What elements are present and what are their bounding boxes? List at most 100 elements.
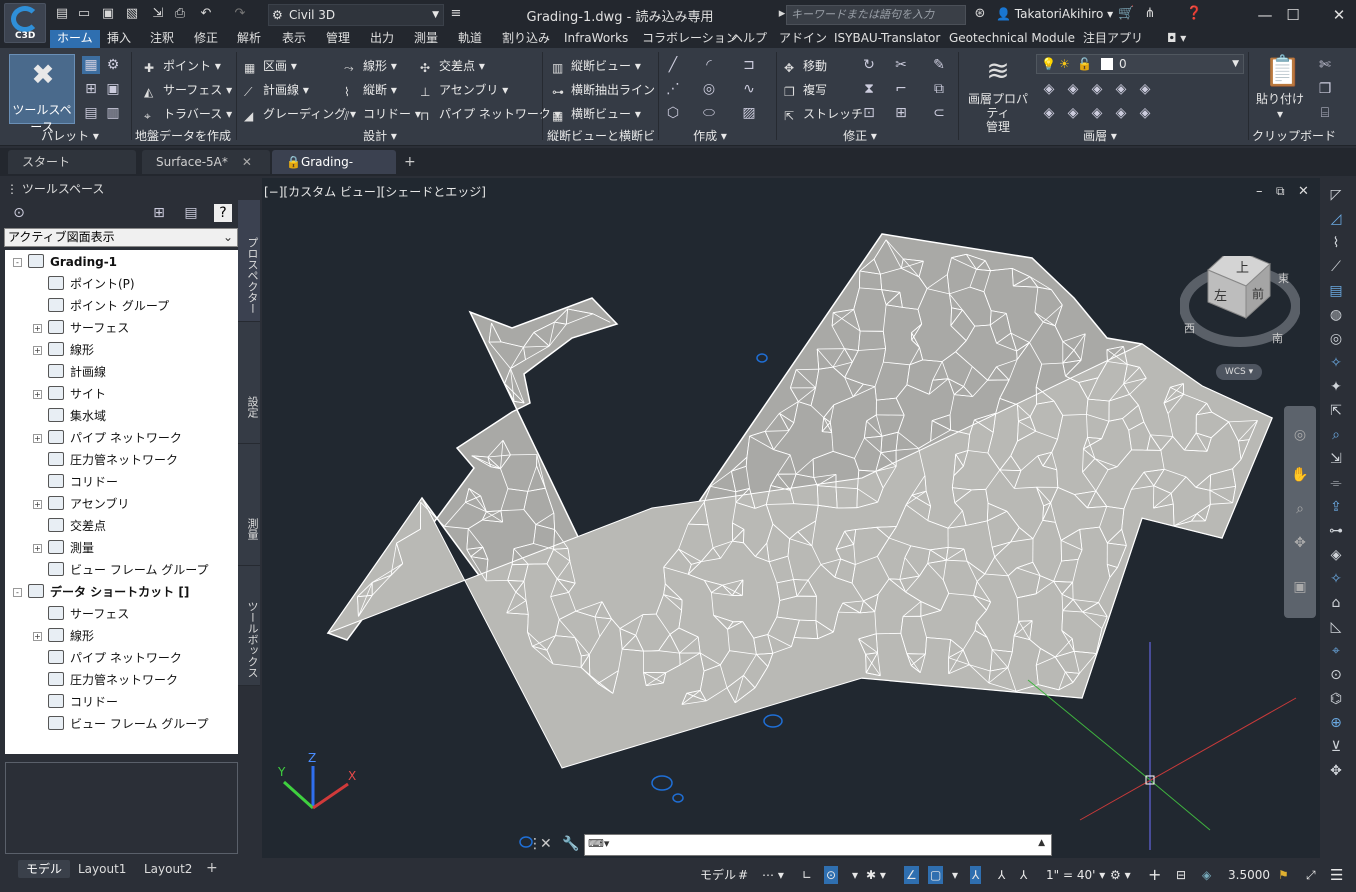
steering-wheel-icon[interactable]: ◎ xyxy=(1291,426,1309,444)
grid-icon[interactable]: ▤ xyxy=(82,104,100,122)
ribbon-minimize-icon[interactable]: ◘ ▾ xyxy=(1160,30,1193,48)
toolbox-icon[interactable]: ▣ xyxy=(104,80,122,98)
polyline-icon[interactable]: ⊐ xyxy=(740,56,758,74)
offset-icon[interactable]: ⊂ xyxy=(930,104,948,122)
isodraft-icon[interactable]: ✱ ▾ xyxy=(866,866,886,884)
vtab-survey[interactable]: 測量 xyxy=(238,444,260,566)
tool-icon[interactable]: ◸ xyxy=(1327,186,1345,204)
expand-icon[interactable] xyxy=(33,520,42,529)
orbit-icon[interactable]: ✥ xyxy=(1291,534,1309,552)
assembly-button[interactable]: ⊥ アセンブリ ▾ xyxy=(420,80,508,100)
vtab-settings[interactable]: 設定 xyxy=(238,322,260,444)
open-icon[interactable]: ▭ xyxy=(76,6,92,22)
help-icon[interactable]: ? xyxy=(214,204,232,222)
tool-icon[interactable]: ◺ xyxy=(1327,618,1345,636)
tool-icon[interactable]: ⊕ xyxy=(1327,714,1345,732)
ribbon-tab[interactable]: 割り込み xyxy=(495,30,557,48)
tool-icon[interactable]: ✧ xyxy=(1327,354,1345,372)
network-icon[interactable]: ⋔ xyxy=(1142,6,1158,22)
tool-icon[interactable]: ⟋ xyxy=(1327,258,1345,276)
vtab-toolbox[interactable]: ツールボックス xyxy=(238,566,260,686)
tool-icon[interactable]: ▤ xyxy=(1327,282,1345,300)
tin-surface[interactable] xyxy=(326,233,1273,769)
undo-icon[interactable]: ↶ xyxy=(198,6,214,22)
viewport-restore-icon[interactable]: ⧉ xyxy=(1276,184,1285,199)
layer-select[interactable]: 💡 ☀ 🔓 0 ▼ xyxy=(1036,54,1244,74)
settings-icon[interactable]: ⚙ xyxy=(104,56,122,74)
stretch-button[interactable]: ⇱ ストレッチ xyxy=(784,104,863,124)
tool-icon[interactable]: ✥ xyxy=(1327,762,1345,780)
construction-line-icon[interactable]: ⋰ xyxy=(664,80,682,98)
expand-icon[interactable] xyxy=(33,608,42,617)
viewport-minimize-icon[interactable]: – xyxy=(1256,184,1263,199)
minimize-button[interactable]: — xyxy=(1254,4,1276,26)
expand-icon[interactable] xyxy=(33,300,42,309)
point-button[interactable]: ✚ ポイント ▾ xyxy=(144,56,221,76)
tree-item[interactable]: + 線形 xyxy=(33,340,94,360)
alignment-button[interactable]: ⤳ 線形 ▾ xyxy=(344,56,397,76)
ribbon-tab[interactable]: 表示 xyxy=(275,30,313,48)
tool-icon[interactable]: ⊶ xyxy=(1327,522,1345,540)
panel-icon[interactable]: ▤ xyxy=(182,204,200,222)
ribbon-tab[interactable]: 測量 xyxy=(407,30,445,48)
showmotion-icon[interactable]: ▣ xyxy=(1291,578,1309,596)
tool-icon[interactable]: ⌂ xyxy=(1327,594,1345,612)
expand-icon[interactable] xyxy=(33,454,42,463)
ribbon-tab[interactable]: ヘルプ xyxy=(724,30,774,48)
ribbon-tab[interactable]: Geotechnical Module xyxy=(942,30,1082,48)
trim-icon[interactable]: ✂ xyxy=(892,56,910,74)
pan-icon[interactable]: ✋ xyxy=(1291,466,1309,484)
layer-properties-icon[interactable]: ≋ xyxy=(980,54,1016,88)
tree-item[interactable]: - データ ショートカット [] xyxy=(13,582,189,602)
layer-tool-icon[interactable]: ◈ xyxy=(1112,104,1130,122)
expand-icon[interactable]: + xyxy=(33,390,42,399)
ribbon-tab[interactable]: 解析 xyxy=(230,30,268,48)
print-icon[interactable]: ⎙ xyxy=(172,6,188,22)
line-icon[interactable]: ╱ xyxy=(664,56,682,74)
polygon-icon[interactable]: ⬡ xyxy=(664,104,682,122)
collapse-icon[interactable]: - xyxy=(13,588,22,597)
new-icon[interactable]: ▤ xyxy=(54,6,70,22)
ribbon-tab[interactable]: 注目アプリ xyxy=(1076,30,1150,48)
layer-tool-icon[interactable]: ◈ xyxy=(1088,80,1106,98)
doc-tab-start[interactable]: スタート xyxy=(8,150,136,174)
tree-item[interactable]: 交差点 xyxy=(33,516,106,536)
wcs-button[interactable]: WCS ▾ xyxy=(1216,364,1262,380)
expand-icon[interactable] xyxy=(33,564,42,573)
tree-item[interactable]: コリドー xyxy=(33,692,118,712)
tree-item[interactable]: 圧力管ネットワーク xyxy=(33,450,178,470)
doc-tab-grading[interactable]: 🔒Grading-1*✕ xyxy=(272,150,396,193)
layer-tool-icon[interactable]: ◈ xyxy=(1040,80,1058,98)
save-as-icon[interactable]: ▧ xyxy=(124,6,140,22)
clipboard-icon[interactable]: 📋 xyxy=(1264,54,1301,90)
chevron-down-icon[interactable]: ▾ xyxy=(952,866,958,884)
tool-icon[interactable]: ⇱ xyxy=(1327,402,1345,420)
expand-icon[interactable]: + xyxy=(33,500,42,509)
spline-icon[interactable]: ∿ xyxy=(740,80,758,98)
new-tab-icon[interactable]: + xyxy=(404,154,416,170)
tool-icon[interactable]: ✧ xyxy=(1327,570,1345,588)
erase-icon[interactable]: ✎ xyxy=(930,56,948,74)
section-view-button[interactable]: ▦ 横断ビュー ▾ xyxy=(552,104,641,124)
ribbon-tab[interactable]: アドイン xyxy=(772,30,834,48)
plus-icon[interactable]: + xyxy=(1148,866,1161,884)
annotation-visibility-icon[interactable]: ⅄ xyxy=(970,866,982,884)
search-input[interactable]: キーワードまたは語句を入力 xyxy=(786,5,966,25)
tree-item[interactable]: サーフェス xyxy=(33,604,129,624)
expand-icon[interactable]: + xyxy=(33,346,42,355)
tree-item[interactable]: + サイト xyxy=(33,384,106,404)
panel-title-design[interactable]: 設計 ▾ xyxy=(350,128,410,144)
explode-icon[interactable]: ⧉ xyxy=(930,80,948,98)
save-icon[interactable]: ▣ xyxy=(100,6,116,22)
civil-status-icon[interactable]: ⚑ xyxy=(1278,866,1289,884)
cut-icon[interactable]: ✄ xyxy=(1316,56,1334,74)
app-logo-icon[interactable]: C3D xyxy=(4,3,46,43)
tree-item[interactable]: ビュー フレーム グループ xyxy=(33,714,209,734)
tree-item[interactable]: + 測量 xyxy=(33,538,94,558)
annotation-scale-select[interactable]: 1" = 40' ▾ xyxy=(1046,866,1105,884)
hatch-icon[interactable]: ▨ xyxy=(740,104,758,122)
scale-icon[interactable]: ⊡ xyxy=(860,104,878,122)
tool-icon[interactable]: ◿ xyxy=(1327,210,1345,228)
ribbon-tab[interactable]: 修正 xyxy=(187,30,225,48)
expand-icon[interactable]: + xyxy=(33,632,42,641)
